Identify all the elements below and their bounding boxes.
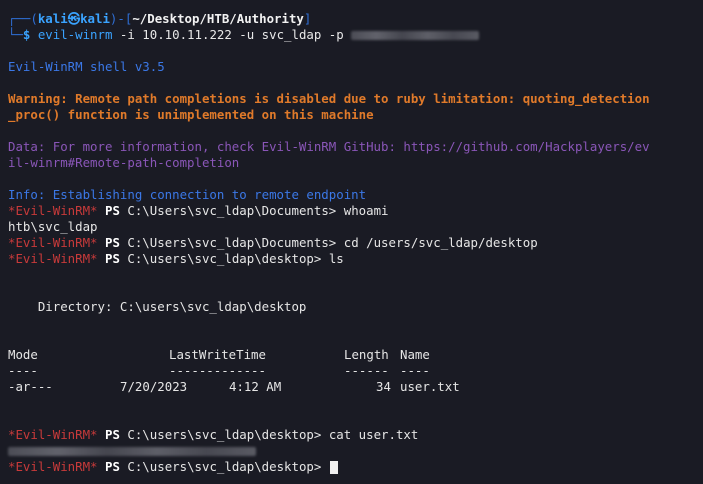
listing-header-lastwritetime: LastWriteTime [169, 347, 266, 362]
listing-row-length: 34 [376, 379, 391, 394]
evil-winrm-prefix: *Evil-WinRM* [8, 251, 98, 266]
shell-prompt-line: *Evil-WinRM* PS C:\users\svc_ldap\deskto… [8, 427, 418, 443]
redacted-flag [8, 447, 256, 456]
listing-header-name: Name [400, 347, 430, 362]
shell-command: cat user.txt [328, 427, 419, 442]
terminal-window[interactable]: ┌──(kali㉿kali)-[~/Desktop/HTB/Authority]… [0, 0, 703, 484]
shell-prompt-line-active[interactable]: *Evil-WinRM* PS C:\users\svc_ldap\deskto… [8, 459, 338, 475]
whoami-output: htb\svc_ldap [8, 219, 98, 234]
shell-path: C:\users\svc_ldap\desktop> [127, 251, 322, 266]
listing-header-mode: Mode [8, 347, 38, 362]
listing-row-time: 4:12 AM [229, 379, 282, 394]
command-name: evil-winrm [37, 27, 113, 42]
shell-path: C:\users\svc_ldap\desktop> [127, 459, 322, 474]
warning-line-1: Warning: Remote path completions is disa… [8, 91, 650, 106]
ps-label: PS [105, 203, 120, 218]
evil-winrm-prefix: *Evil-WinRM* [8, 203, 98, 218]
listing-row-date: 7/20/2023 [120, 379, 188, 394]
shell-path: C:\Users\svc_ldap\Documents> [127, 235, 337, 250]
listing-row-name: user.txt [400, 379, 460, 394]
prompt-header: ┌──(kali㉿kali)-[~/Desktop/HTB/Authority] [8, 11, 312, 26]
redacted-flag-output [8, 443, 256, 459]
ps-label: PS [105, 251, 120, 266]
listing-underline-name: ---- [400, 363, 430, 378]
data-line-1: Data: For more information, check Evil-W… [8, 139, 650, 154]
prompt-command-line: └─$ evil-winrm -i 10.10.11.222 -u svc_ld… [8, 27, 480, 43]
shell-command: cd /users/svc_ldap/desktop [343, 235, 538, 250]
banner-text: Evil-WinRM shell v3.5 [8, 59, 165, 74]
shell-path: C:\Users\svc_ldap\Documents> [127, 203, 337, 218]
listing-underline-mode: ---- [8, 363, 38, 378]
shell-prompt-line: *Evil-WinRM* PS C:\Users\svc_ldap\Docume… [8, 203, 389, 219]
evil-winrm-prefix: *Evil-WinRM* [8, 427, 98, 442]
info-line: Info: Establishing connection to remote … [8, 187, 367, 202]
prompt-path: ~/Desktop/HTB/Authority [132, 11, 304, 26]
ps-label: PS [105, 427, 120, 442]
evil-winrm-prefix: *Evil-WinRM* [8, 235, 98, 250]
prompt-at-symbol: ㉿ [67, 11, 81, 26]
listing-header-length: Length [344, 347, 389, 362]
ps-label: PS [105, 235, 120, 250]
prompt-user: kali [37, 11, 68, 26]
shell-prompt-line: *Evil-WinRM* PS C:\Users\svc_ldap\Docume… [8, 235, 538, 251]
redacted-password [351, 31, 480, 40]
shell-command: ls [328, 251, 344, 266]
text-cursor[interactable] [329, 461, 338, 474]
evil-winrm-prefix: *Evil-WinRM* [8, 459, 98, 474]
command-args: -i 10.10.11.222 -u svc_ldap -p [119, 27, 344, 42]
shell-prompt-line: *Evil-WinRM* PS C:\users\svc_ldap\deskto… [8, 251, 344, 267]
shell-path: C:\users\svc_ldap\desktop> [127, 427, 322, 442]
ps-label: PS [105, 459, 120, 474]
warning-line-2: _proc() function is unimplemented on thi… [8, 107, 374, 122]
shell-command: whoami [343, 203, 389, 218]
listing-row-mode: -ar--- [8, 379, 53, 394]
listing-underline-lastwritetime: ------------- [169, 363, 266, 378]
prompt-host: kali [80, 11, 110, 26]
directory-line: Directory: C:\users\svc_ldap\desktop [8, 299, 307, 314]
listing-underline-length: ------ [344, 363, 389, 378]
data-line-2: il-winrm#Remote-path-completion [8, 155, 240, 170]
